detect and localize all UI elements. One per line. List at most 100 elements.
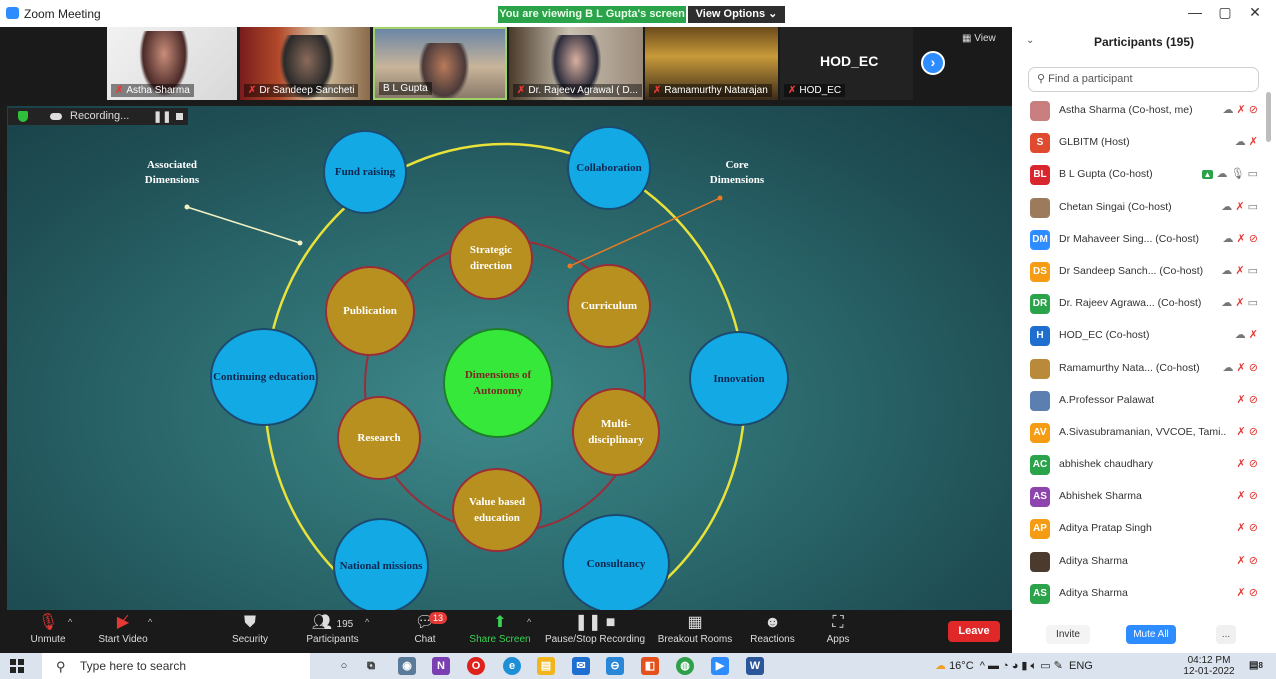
chevron-up-icon: ^ <box>527 617 532 627</box>
task-view-icon[interactable]: ⧉ <box>362 657 380 675</box>
muted-mic-icon: ✗ <box>1236 586 1246 599</box>
participant-name: Abhishek Sharma <box>1059 490 1142 503</box>
participant-row[interactable]: A.Professor Palawat ✗ ⊘ <box>1026 385 1266 417</box>
edge-icon[interactable]: e <box>503 657 521 675</box>
minimize-button[interactable]: — <box>1180 4 1210 24</box>
window-title: Zoom Meeting <box>24 7 101 21</box>
invite-button[interactable]: Invite <box>1046 625 1090 644</box>
windows-start-icon[interactable] <box>10 659 24 673</box>
tile-name: Astha Sharma <box>126 85 190 96</box>
participant-row[interactable]: AS Abhishek Sharma ✗ ⊘ <box>1026 481 1266 513</box>
video-tile[interactable]: ✗ Astha Sharma <box>107 27 237 100</box>
cortana-icon[interactable]: ○ <box>335 657 353 675</box>
share-screen-button[interactable]: ⬆ Share Screen ^ <box>465 610 535 653</box>
chevron-down-icon[interactable]: ⌄ <box>1026 35 1034 46</box>
stop-recording-icon[interactable] <box>176 113 183 120</box>
participant-list: Astha Sharma (Co-host, me) ☁ ✗ ⊘ S GLBITM (… <box>1026 95 1266 610</box>
participant-status-icons: ☁ ✗ <box>1235 135 1258 148</box>
inner-node: Research <box>337 396 421 480</box>
video-tile[interactable]: ✗ Ramamurthy Natarajan <box>645 27 778 100</box>
video-tile[interactable]: ✗ Dr Sandeep Sancheti <box>240 27 370 100</box>
tile-name: B L Gupta <box>379 82 432 95</box>
more-button[interactable]: ... <box>1216 625 1236 644</box>
clock[interactable]: 04:12 PM 12-01-2022 <box>1180 655 1238 677</box>
video-tile[interactable]: HOD_EC ✗ HOD_EC <box>780 27 913 100</box>
notification-icon[interactable]: ▤8 <box>1247 657 1265 675</box>
avatar <box>1030 101 1050 121</box>
participant-row[interactable]: H HOD_EC (Co-host) ☁ ✗ <box>1026 320 1266 352</box>
chevron-up-icon: ^ <box>68 617 73 627</box>
participant-name: Chetan Singai (Co-host) <box>1059 200 1172 213</box>
start-video-button[interactable]: ▶̸ Start Video ^ <box>88 610 158 653</box>
pause-stop-recording-label: Pause/Stop Recording <box>544 634 646 645</box>
participant-row[interactable]: AV A.Sivasubramanian, VVCOE, Tami... ✗ ⊘ <box>1026 417 1266 449</box>
participants-button[interactable]: 👥︎ 195 Participants ^ <box>295 610 370 653</box>
cloud-icon: ☁ <box>1222 361 1234 374</box>
view-layout-button[interactable]: ▦ View <box>962 33 996 44</box>
avatar: S <box>1030 133 1050 154</box>
participant-row[interactable]: Chetan Singai (Co-host) ☁ ✗ ▭ <box>1026 192 1266 224</box>
participant-search-input[interactable]: ⚲ Find a participant <box>1028 67 1259 92</box>
clock-time: 04:12 PM <box>1187 655 1231 666</box>
outer-node: National missions <box>333 518 429 610</box>
word-icon[interactable]: W <box>746 657 764 675</box>
participant-row[interactable]: S GLBITM (Host) ☁ ✗ <box>1026 127 1266 159</box>
file-explorer-icon[interactable]: ▤ <box>537 657 555 675</box>
avatar: AV <box>1030 422 1050 443</box>
participant-row[interactable]: Ramamurthy Nata... (Co-host) ☁ ✗ ⊘ <box>1026 353 1266 385</box>
participant-row[interactable]: Aditya Sharma ✗ ⊘ <box>1026 546 1266 578</box>
tray-icons[interactable]: ^ ▬ ◔ ◕ ▮ 🔈︎ ▭ ✎ <box>977 660 1066 672</box>
breakout-rooms-button[interactable]: ▦ Breakout Rooms <box>655 610 735 653</box>
participant-row[interactable]: AP Aditya Pratap Singh ✗ ⊘ <box>1026 513 1266 545</box>
video-tile-active-speaker[interactable]: B L Gupta <box>373 27 507 100</box>
muted-mic-icon: ✗ <box>1236 393 1246 406</box>
participants-scrollbar[interactable] <box>1266 92 1271 142</box>
chat-button[interactable]: 💬︎ Chat 13 <box>405 610 448 653</box>
participant-status-icons: ☁ ✗ <box>1235 328 1258 341</box>
mute-all-button[interactable]: Mute All <box>1126 625 1176 644</box>
participants-icon: 👥︎ <box>311 614 333 631</box>
search-icon: ⚲ <box>1037 73 1049 85</box>
store-icon[interactable]: ⊖ <box>606 657 624 675</box>
participant-row[interactable]: Astha Sharma (Co-host, me) ☁ ✗ ⊘ <box>1026 95 1266 127</box>
view-options-button[interactable]: View Options ⌄ <box>688 6 785 23</box>
unmute-button[interactable]: 🎙︎ Unmute ^ <box>18 610 78 653</box>
next-page-button[interactable]: › <box>921 51 945 75</box>
close-button[interactable]: ✕ <box>1240 4 1270 24</box>
apps-button[interactable]: ⛶ Apps <box>818 610 858 653</box>
office-icon[interactable]: ◧ <box>641 657 659 675</box>
unmute-label: Unmute <box>30 634 66 645</box>
video-strip: ✗ Astha Sharma ✗ Dr Sandeep Sancheti B L G… <box>0 27 1012 104</box>
participant-status-icons: ☁ ✗ ⊘ <box>1222 103 1258 116</box>
video-off-icon: ⊘ <box>1248 393 1258 406</box>
video-icon: ▭ <box>1247 297 1258 310</box>
opera-icon[interactable]: O <box>467 657 485 675</box>
participant-name: Aditya Sharma <box>1059 586 1128 599</box>
language-indicator[interactable]: ENG <box>1069 660 1093 672</box>
reactions-button[interactable]: ☻ Reactions <box>745 610 800 653</box>
leave-button[interactable]: Leave <box>948 621 1000 642</box>
participant-row[interactable]: AC abhishek chaudhary ✗ ⊘ <box>1026 449 1266 481</box>
maximize-button[interactable]: ▢ <box>1210 4 1240 24</box>
mic-icon: 🎙︎ <box>1230 168 1245 181</box>
participant-row[interactable]: DS Dr Sandeep Sanch... (Co-host) ☁ ✗ ▭ <box>1026 256 1266 288</box>
chrome-icon[interactable]: ◍ <box>676 657 694 675</box>
taskbar-search-input[interactable]: ⚲ Type here to search <box>42 653 310 679</box>
participant-status-icons: ☁ ✗ ⊘ <box>1222 361 1258 374</box>
pause-stop-recording-button[interactable]: ❚❚ ■ Pause/Stop Recording <box>540 610 650 653</box>
participant-row[interactable]: DM Dr Mahaveer Sing... (Co-host) ☁ ✗ ⊘ <box>1026 224 1266 256</box>
camera-app-icon[interactable]: ◉ <box>398 657 416 675</box>
video-tile[interactable]: ✗ Dr. Rajeev Agrawal ( D... <box>509 27 643 100</box>
mail-icon[interactable]: ✉ <box>572 657 590 675</box>
zoom-taskbar-icon[interactable]: ▶ <box>711 657 729 675</box>
pause-recording-icon[interactable]: ❚❚ <box>153 110 171 123</box>
participant-name: A.Professor Palawat <box>1059 393 1155 406</box>
participant-name: Astha Sharma (Co-host, me) <box>1059 104 1193 116</box>
participant-row[interactable]: AS Aditya Sharma ✗ ⊘ <box>1026 578 1266 610</box>
onenote-icon[interactable]: N <box>432 657 450 675</box>
meeting-toolbar: 🎙︎ Unmute ^ ▶̸ Start Video ^ ⛊ Security … <box>0 610 1012 653</box>
participant-row[interactable]: DR Dr. Rajeev Agrawa... (Co-host) ☁ ✗ ▭ <box>1026 288 1266 320</box>
participant-row[interactable]: BL B L Gupta (Co-host) ▲ ☁ 🎙︎ ▭ <box>1026 159 1266 191</box>
security-button[interactable]: ⛊ Security <box>225 610 275 653</box>
video-icon: ▭ <box>1247 168 1258 181</box>
